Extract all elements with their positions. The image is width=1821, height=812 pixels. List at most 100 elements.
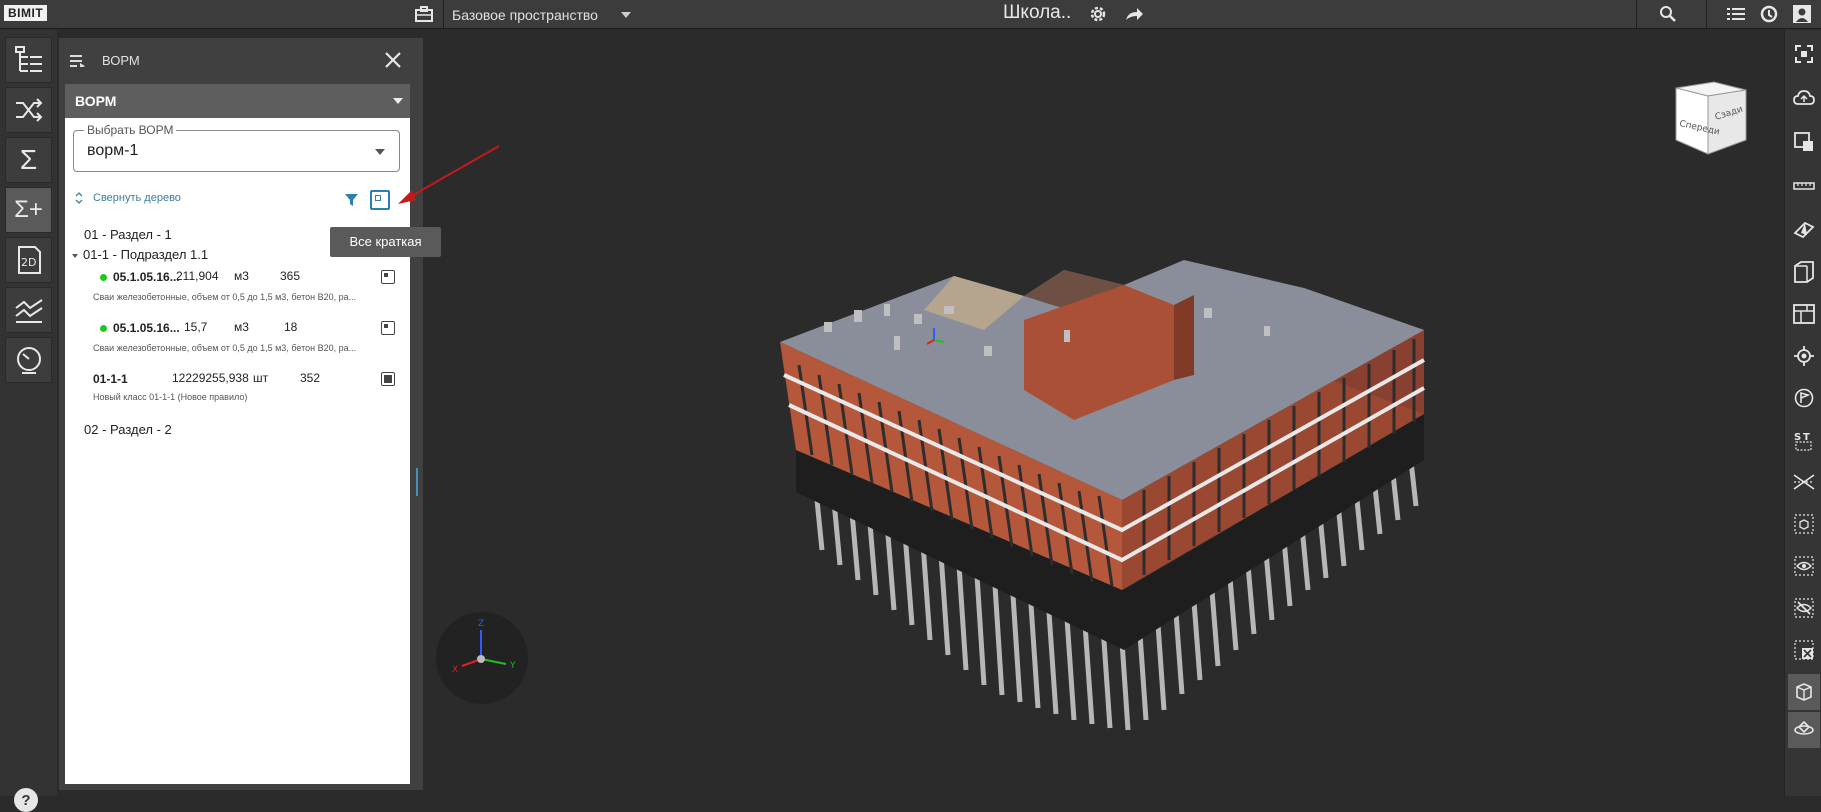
remove-icon[interactable] [1788,632,1820,668]
right-toolbar: ST [1784,30,1821,796]
collapse-icon [75,192,83,204]
target-icon[interactable] [1788,338,1820,374]
briefcase-icon[interactable] [412,3,436,25]
gauge-icon [16,347,41,374]
panel-header: ВОРМ [59,38,423,84]
chevron-down-icon [375,149,385,155]
sum-button[interactable]: Σ [5,137,52,183]
item-code[interactable]: 05.1.05.16... [113,270,180,284]
chevron-down-icon [393,98,403,104]
collapse-tree-button[interactable]: Свернуть дерево [75,192,181,204]
left-toolbar: Σ Σ+ 2D ? [0,30,57,812]
panel-body: ВОРМ Выбрать ВОРМ ворм-1 Свернуть дерево… [65,84,410,784]
shuffle-icon [15,98,42,122]
shuffle-button[interactable] [5,87,52,133]
item-qty: 15,7 [184,320,208,334]
svg-text:T: T [1803,432,1810,443]
tree-subsection[interactable]: 01-1 - Подраздел 1.1 [72,247,208,262]
item-description: Сваи железобетонные, объем от 0,5 до 1,5… [93,292,357,302]
item-unit: м3 [234,320,249,334]
chart-icon [14,299,43,323]
panel-title: ВОРМ [102,53,140,68]
floor-plan-icon[interactable] [1788,296,1820,332]
chevron-down-icon [621,11,631,18]
chart-button[interactable] [5,287,52,333]
tree-section-2[interactable]: 02 - Раздел - 2 [84,422,172,437]
sum-plus-button[interactable]: Σ+ [5,187,52,233]
axis-label-z: Z [478,619,484,629]
space-select[interactable]: Базовое пространство [444,0,639,29]
project-title: Школа.. [1003,2,1072,23]
item-detail-toggle[interactable] [381,321,395,335]
2d-button[interactable]: 2D [5,237,52,283]
item-unit: шт [253,371,269,385]
tree-section-1[interactable]: 01 - Раздел - 1 [84,227,172,242]
filter-icon[interactable] [345,194,358,210]
section-label: ВОРМ [75,93,117,109]
svg-text:2D: 2D [21,256,36,269]
section-box-icon[interactable] [1788,254,1820,290]
cloud-upload-icon[interactable] [1788,80,1820,116]
gear-icon[interactable] [1086,3,1110,25]
gauge-button[interactable] [5,337,52,383]
sum-icon: Σ [19,144,38,175]
select-box-icon[interactable] [1788,124,1820,160]
fit-view-icon[interactable] [1788,36,1820,72]
search-icon[interactable] [1656,3,1680,25]
3d-viewport[interactable] [424,30,1784,796]
item-qty: 211,904 [176,269,219,283]
item-unit: м3 [234,269,249,283]
vorm-select-legend: Выбрать ВОРМ [84,123,177,137]
top-bar: BIMIT Базовое пространство Школа.. [0,0,1821,29]
item-code[interactable]: 05.1.05.16... [113,321,180,335]
item-code[interactable]: 01-1-1 [93,372,128,386]
tree-button[interactable] [5,37,52,83]
item-qty: 12229255,938 [172,371,249,385]
user-icon[interactable] [1790,3,1814,25]
help-icon[interactable]: ? [14,788,38,812]
item-detail-toggle[interactable] [381,270,395,284]
ruler-icon[interactable] [1788,168,1820,204]
show-icon[interactable] [1788,548,1820,584]
section-plane-icon[interactable] [1788,212,1820,248]
chevron-down-icon [72,253,78,258]
subsection-label: 01-1 - Подраздел 1.1 [83,247,209,262]
tree-icon [14,46,42,72]
sum-plus-icon: Σ+ [14,196,43,223]
item-detail-toggle[interactable] [381,372,395,386]
collapse-tree-label: Свернуть дерево [93,192,181,204]
view-cube[interactable]: Спереди Сзади [1670,78,1750,163]
item-count: 18 [284,320,298,334]
section-dropdown[interactable]: ВОРМ [65,84,410,118]
all-short-button[interactable] [370,190,390,210]
item-count: 352 [300,371,321,385]
vorm-panel: ВОРМ ВОРМ Выбрать ВОРМ ворм-1 Свернуть д… [59,38,423,790]
axes-gizmo[interactable]: Z Y X [436,612,528,704]
orbit-icon[interactable] [1788,712,1820,748]
item-description: Сваи железобетонные, объем от 0,5 до 1,5… [93,343,357,353]
item-count: 365 [280,269,301,283]
isolate-icon[interactable] [1788,506,1820,542]
vorm-select-value: ворм-1 [87,142,139,159]
axis-label-x: X [452,665,458,675]
panel-menu-icon[interactable] [70,52,86,72]
panel-splitter[interactable] [416,468,418,496]
3d-box-icon[interactable] [1788,674,1820,710]
item-description: Новый класс 01-1-1 (Новое правило) [93,392,248,402]
close-icon[interactable] [383,46,403,77]
flag-icon[interactable] [1788,380,1820,416]
hide-icon[interactable] [1788,590,1820,626]
clash-icon[interactable] [1788,464,1820,500]
axis-label-y: Y [509,661,516,671]
sheet-icon[interactable]: ST [1788,422,1820,458]
svg-text:S: S [1794,432,1801,443]
status-dot [100,274,107,281]
space-select-label: Базовое пространство [452,6,598,23]
share-icon[interactable] [1122,3,1146,25]
building-model [780,260,1425,731]
sync-icon[interactable] [1757,3,1781,25]
vorm-select[interactable]: Выбрать ВОРМ ворм-1 [73,123,400,172]
list-icon[interactable] [1724,3,1748,25]
status-dot [100,325,107,332]
2d-icon: 2D [17,246,41,274]
